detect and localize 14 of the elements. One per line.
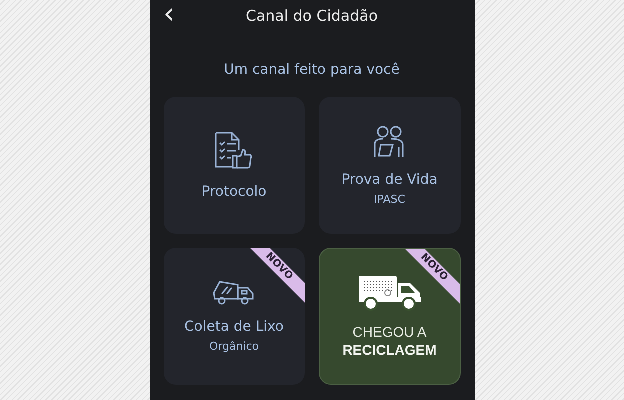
- recycling-truck-icon: [358, 274, 422, 310]
- card-title: CHEGOU A: [352, 322, 427, 340]
- card-title: Protocolo: [202, 182, 267, 200]
- card-subtitle: Orgânico: [209, 340, 260, 354]
- garbage-truck-icon: [212, 280, 256, 306]
- section-subtitle: Um canal feito para você: [224, 61, 400, 80]
- service-card[interactable]: Protocolo: [164, 97, 305, 234]
- card-subtitle: RECICLAGEM: [342, 340, 437, 358]
- card-title: Prova de Vida: [342, 170, 438, 188]
- service-card[interactable]: Prova de Vida IPASC: [319, 97, 460, 234]
- card-title: Coleta de Lixo: [184, 318, 284, 336]
- back-button[interactable]: ‹: [164, 0, 175, 32]
- card-subtitle: IPASC: [374, 192, 406, 206]
- screen-title: Canal do Cidadão: [246, 6, 378, 27]
